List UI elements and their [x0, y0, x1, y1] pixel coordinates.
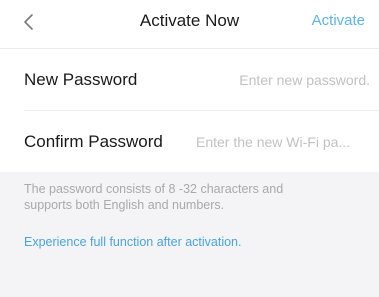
new-password-input[interactable] [190, 67, 370, 93]
activate-button[interactable]: Activate [312, 10, 365, 32]
top-nav-bar: Activate Now Activate [0, 0, 379, 49]
confirm-password-row: Confirm Password [0, 111, 379, 172]
new-password-label: New Password [24, 70, 138, 89]
new-password-row: New Password [0, 49, 379, 111]
confirm-password-input[interactable] [196, 129, 370, 155]
password-form: New Password Confirm Password [0, 49, 379, 172]
activation-info-link[interactable]: Experience full function after activatio… [24, 234, 241, 250]
password-hint: The password consists of 8 -32 character… [24, 182, 284, 212]
confirm-password-label: Confirm Password [24, 132, 163, 151]
